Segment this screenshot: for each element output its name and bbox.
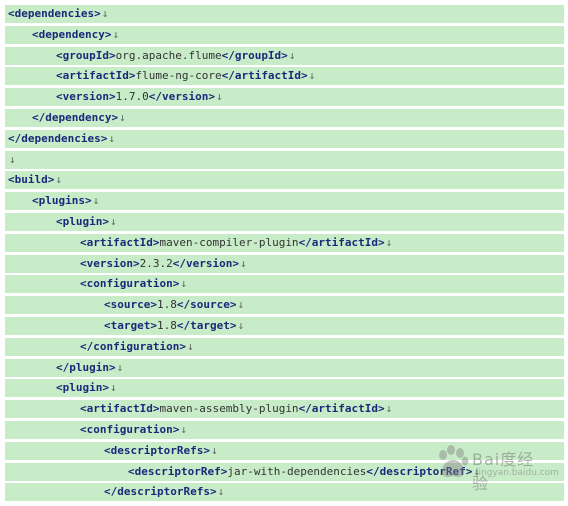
- xml-open-tag: <plugins>: [32, 194, 92, 208]
- xml-open-tag: <version>: [56, 90, 116, 104]
- line-return-glyph: ↓: [101, 7, 109, 20]
- xml-open-tag: <configuration>: [80, 277, 180, 291]
- code-line: </descriptorRefs>↓: [5, 483, 564, 502]
- line-return-glyph: ↓: [186, 339, 194, 353]
- xml-open-tag: <plugin>: [56, 381, 109, 395]
- code-line: <artifactId>maven-assembly-plugin</artif…: [5, 400, 564, 419]
- xml-text: maven-assembly-plugin: [159, 402, 299, 416]
- line-return-glyph: ↓: [288, 48, 296, 62]
- code-line: <version>1.7.0</version>↓: [5, 88, 564, 107]
- line-return-glyph: ↓: [109, 215, 117, 228]
- xml-open-tag: </plugin>: [56, 360, 116, 374]
- code-line: <configuration>↓: [5, 275, 564, 294]
- line-return-glyph: ↓: [180, 277, 187, 291]
- xml-open-tag: </dependencies>: [8, 131, 108, 145]
- xml-open-tag: <artifactId>: [56, 69, 136, 83]
- xml-open-tag: <configuration>: [80, 423, 180, 436]
- xml-text: maven-compiler-plugin: [159, 235, 299, 249]
- line-return-glyph: ↓: [180, 423, 187, 436]
- line-return-glyph: ↓: [55, 173, 62, 187]
- code-line: <build>↓: [5, 171, 564, 190]
- code-line: </dependencies>↓: [5, 129, 564, 148]
- xml-close-tag: </version>: [172, 256, 239, 270]
- xml-close-tag: </source>: [176, 298, 237, 312]
- code-line: </dependency>↓: [5, 109, 564, 127]
- line-return-glyph: ↓: [217, 485, 225, 499]
- line-return-glyph: ↓: [385, 235, 393, 249]
- xml-close-tag: </artifactId>: [298, 235, 385, 249]
- code-line: <plugins>↓: [5, 192, 564, 211]
- line-return-glyph: ↓: [108, 131, 115, 145]
- xml-open-tag: <groupId>: [56, 48, 116, 62]
- xml-text: jar-with-dependencies: [227, 464, 367, 478]
- xml-close-tag: </artifactId>: [298, 402, 385, 416]
- xml-open-tag: <descriptorRef>: [128, 464, 228, 478]
- xml-close-tag: </groupId>: [221, 48, 288, 62]
- line-return-glyph: ↓: [9, 152, 16, 166]
- xml-open-tag: <descriptorRefs>: [104, 443, 210, 457]
- xml-open-tag: <build>: [8, 173, 55, 187]
- xml-close-tag: </descriptorRef>: [366, 464, 473, 478]
- code-line: <target>1.8</target>↓: [5, 317, 564, 335]
- line-return-glyph: ↓: [109, 381, 117, 395]
- xml-open-tag: <version>: [80, 256, 140, 270]
- xml-open-tag: </descriptorRefs>: [104, 485, 217, 499]
- code-line: <artifactId>flume-ng-core</artifactId>↓: [5, 67, 564, 86]
- code-line: <descriptorRefs>↓: [5, 441, 564, 460]
- code-line: <version>2.3.2</version>↓: [5, 254, 564, 273]
- code-line: </plugin>↓: [5, 358, 564, 377]
- code-line: <source>1.8</source>↓: [5, 296, 564, 315]
- line-return-glyph: ↓: [385, 402, 393, 416]
- line-return-glyph: ↓: [210, 443, 218, 457]
- line-return-glyph: ↓: [308, 69, 316, 83]
- xml-text: org.apache.flume: [115, 48, 222, 62]
- xml-text: 1.7.0: [115, 90, 149, 104]
- xml-open-tag: <artifactId>: [80, 402, 160, 416]
- line-return-glyph: ↓: [116, 360, 124, 374]
- xml-text: 2.3.2: [139, 256, 173, 270]
- xml-open-tag: <source>: [104, 298, 157, 312]
- xml-open-tag: <artifactId>: [80, 235, 160, 249]
- xml-open-tag: </dependency>: [32, 111, 119, 124]
- xml-text: 1.8: [156, 298, 177, 312]
- line-return-glyph: ↓: [237, 298, 245, 312]
- xml-close-tag: </version>: [148, 90, 215, 104]
- xml-close-tag: </target>: [176, 319, 237, 332]
- line-return-glyph: ↓: [119, 111, 126, 124]
- line-return-glyph: ↓: [237, 319, 245, 332]
- line-return-glyph: ↓: [215, 90, 223, 104]
- xml-open-tag: </configuration>: [80, 339, 186, 353]
- code-line: </configuration>↓: [5, 337, 564, 356]
- code-line: <dependencies>↓: [5, 5, 564, 23]
- line-return-glyph: ↓: [92, 194, 100, 208]
- line-return-glyph: ↓: [473, 464, 481, 478]
- line-return-glyph: ↓: [112, 27, 120, 41]
- xml-open-tag: <dependencies>: [8, 7, 101, 20]
- code-line: <plugin>↓: [5, 213, 564, 231]
- code-line: <plugin>↓: [5, 379, 564, 398]
- xml-open-tag: <dependency>: [32, 27, 112, 41]
- code-block: <dependencies>↓ <dependency>↓ <groupId>org…: [0, 0, 568, 506]
- code-line: <groupId>org.apache.flume</groupId>↓: [5, 46, 564, 65]
- xml-text: 1.8: [156, 319, 177, 332]
- code-line: <dependency>↓: [5, 25, 564, 44]
- line-return-glyph: ↓: [239, 256, 247, 270]
- xml-close-tag: </artifactId>: [221, 69, 308, 83]
- code-line: <artifactId>maven-compiler-plugin</artif…: [5, 233, 564, 252]
- xml-open-tag: <target>: [104, 319, 157, 332]
- xml-open-tag: <plugin>: [56, 215, 109, 228]
- code-line: ↓: [5, 150, 564, 169]
- xml-text: flume-ng-core: [135, 69, 222, 83]
- code-line: <configuration>↓: [5, 421, 564, 439]
- code-line: <descriptorRef>jar-with-dependencies</de…: [5, 462, 564, 481]
